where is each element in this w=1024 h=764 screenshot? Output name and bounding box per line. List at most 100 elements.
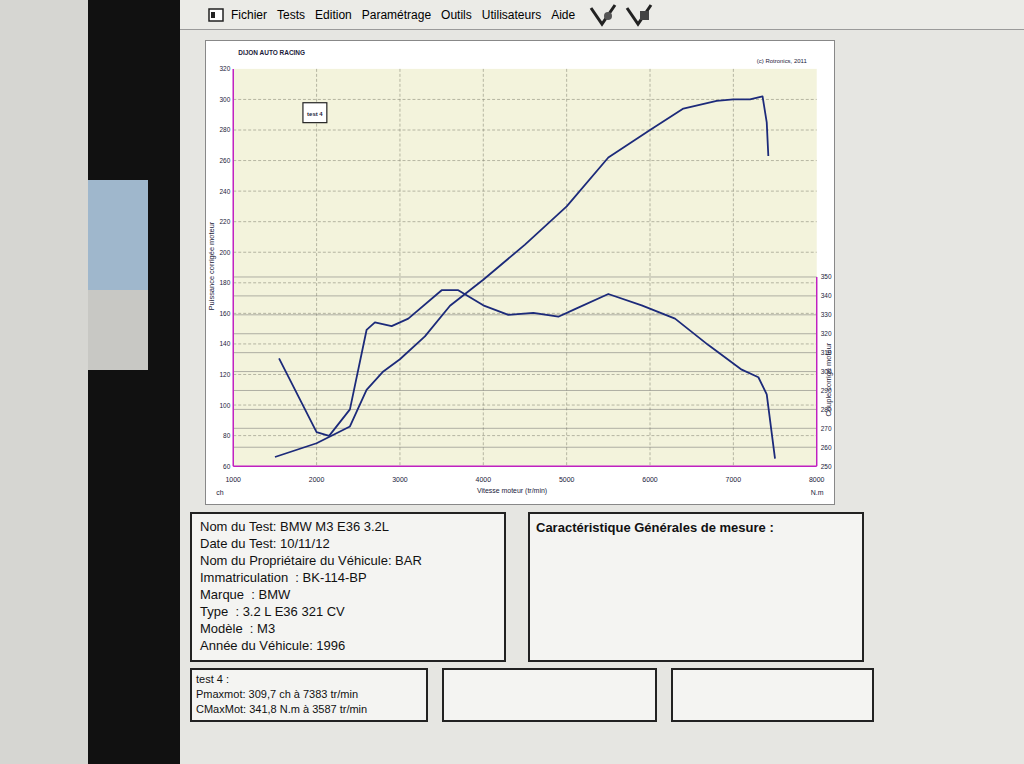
- app-window: Fichier Tests Edition Paramétrage Outils Util…: [180, 0, 1024, 764]
- menu-item[interactable]: Edition: [314, 6, 353, 24]
- grid-line: [233, 343, 816, 344]
- info-line: Marque : BMW: [200, 586, 496, 603]
- y-right-tick: 250: [821, 463, 832, 470]
- measure-title: Caractéristique Générales de mesure :: [536, 518, 856, 538]
- x-tick: 3000: [392, 476, 408, 483]
- y-tick: 200: [219, 249, 230, 256]
- grid-line: [316, 69, 317, 466]
- torque-grid-line: [233, 447, 816, 448]
- info-line: Date du Test: 10/11/12: [200, 535, 496, 552]
- y-right-tick: 260: [821, 444, 832, 451]
- empty-box: [442, 668, 657, 722]
- grid-line: [233, 252, 816, 253]
- unit-label: N.m: [811, 489, 824, 496]
- info-line: Modèle : M3: [200, 620, 496, 637]
- y-tick: 220: [219, 218, 230, 225]
- torque-grid-line: [233, 295, 816, 296]
- torque-grid-line: [233, 352, 816, 353]
- menu-item[interactable]: Utilisateurs: [481, 6, 542, 24]
- grid-line: [733, 69, 734, 466]
- grid-line: [233, 282, 816, 283]
- y-right-tick: 330: [821, 311, 832, 318]
- grid-line: [650, 69, 651, 466]
- y-tick: 160: [219, 310, 230, 317]
- torque-grid-line: [233, 428, 816, 429]
- y-right-axis-title: Couple corrigé moteur: [824, 342, 833, 416]
- logo-icon[interactable]: [588, 2, 618, 28]
- x-axis-title: Vitesse moteur (tr/min): [477, 487, 547, 495]
- result-line: CMaxMot: 341,8 N.m à 3587 tr/min: [196, 702, 422, 717]
- torque-grid-line: [233, 276, 816, 277]
- y-tick: 180: [219, 279, 230, 286]
- info-line: Nom du Propriétaire du Véhicule: BAR: [200, 552, 496, 569]
- grid-line: [233, 374, 816, 375]
- x-tick: 5000: [559, 476, 575, 483]
- x-tick: 1000: [226, 476, 242, 483]
- measure-box: Caractéristique Générales de mesure :: [528, 512, 864, 662]
- grid-line: [233, 221, 816, 222]
- right-axis: [816, 277, 817, 466]
- plot-area: [233, 69, 816, 466]
- menu-item[interactable]: Paramétrage: [361, 6, 432, 24]
- menu-item[interactable]: Aide: [550, 6, 576, 24]
- test-info-box: Nom du Test: BMW M3 E36 3.2LDate du Test…: [190, 512, 506, 662]
- grid-line: [566, 69, 567, 466]
- window-icon[interactable]: [208, 8, 224, 22]
- grid-line: [233, 435, 816, 436]
- logo-icon[interactable]: [624, 2, 654, 28]
- x-tick: 8000: [809, 476, 825, 483]
- y-right-tick: 320: [821, 330, 832, 337]
- x-axis: [233, 465, 816, 466]
- x-tick: 7000: [726, 476, 742, 483]
- legend-label: test 4: [307, 111, 323, 117]
- y-axis-title: Puissance corrigée moteur: [207, 221, 216, 310]
- dyno-chart: 1000200030004000500060007000800060801001…: [206, 41, 834, 504]
- y-tick: 60: [223, 463, 231, 470]
- torque-grid-line: [233, 314, 816, 315]
- info-line: Année du Véhicule: 1996: [200, 637, 496, 654]
- menu-item[interactable]: Tests: [276, 6, 306, 24]
- y-right-tick: 270: [821, 425, 832, 432]
- torque-curve: [279, 290, 775, 458]
- grid-line: [233, 191, 816, 192]
- results-title: test 4 :: [196, 672, 422, 687]
- empty-box: [671, 668, 874, 722]
- chart-copyright: (c) Rotronics, 2011: [757, 58, 808, 64]
- chart-background: [206, 41, 833, 504]
- info-line: Type : 3.2 L E36 321 CV: [200, 603, 496, 620]
- y-right-tick: 350: [821, 273, 832, 280]
- menu-bar: Fichier Tests Edition Paramétrage Outils Util…: [180, 0, 1024, 30]
- photo-background: [0, 0, 180, 764]
- y-tick: 80: [223, 432, 231, 439]
- grid-line: [233, 160, 816, 161]
- y-right-tick: 340: [821, 292, 832, 299]
- results-box: test 4 :Pmaxmot: 309,7 ch à 7383 tr/minC…: [190, 668, 428, 722]
- grid-line: [399, 69, 400, 466]
- y-tick: 140: [219, 340, 230, 347]
- grid-line: [233, 405, 816, 406]
- chart-frame: 1000200030004000500060007000800060801001…: [205, 40, 835, 505]
- legend-box: [303, 103, 327, 123]
- y-tick: 280: [219, 126, 230, 133]
- y-tick: 120: [219, 371, 230, 378]
- y-tick: 260: [219, 157, 230, 164]
- info-line: Nom du Test: BMW M3 E36 3.2L: [200, 518, 496, 535]
- y-tick: 240: [219, 188, 230, 195]
- menu-item[interactable]: Outils: [440, 6, 473, 24]
- torque-grid-line: [233, 333, 816, 334]
- y-tick: 320: [219, 65, 230, 72]
- y-tick: 100: [219, 402, 230, 409]
- torque-grid-line: [233, 390, 816, 391]
- grid-line: [483, 69, 484, 466]
- x-tick: 4000: [476, 476, 492, 483]
- chart-header: DIJON AUTO RACING: [238, 49, 305, 56]
- grid-line: [233, 130, 816, 131]
- power-curve: [275, 96, 768, 457]
- torque-grid-line: [233, 409, 816, 410]
- unit-label: ch: [216, 489, 223, 496]
- y-tick: 300: [219, 96, 230, 103]
- torque-grid-line: [233, 371, 816, 372]
- menu-item[interactable]: Fichier: [230, 6, 268, 24]
- info-line: Immatriculation : BK-114-BP: [200, 569, 496, 586]
- x-tick: 2000: [309, 476, 325, 483]
